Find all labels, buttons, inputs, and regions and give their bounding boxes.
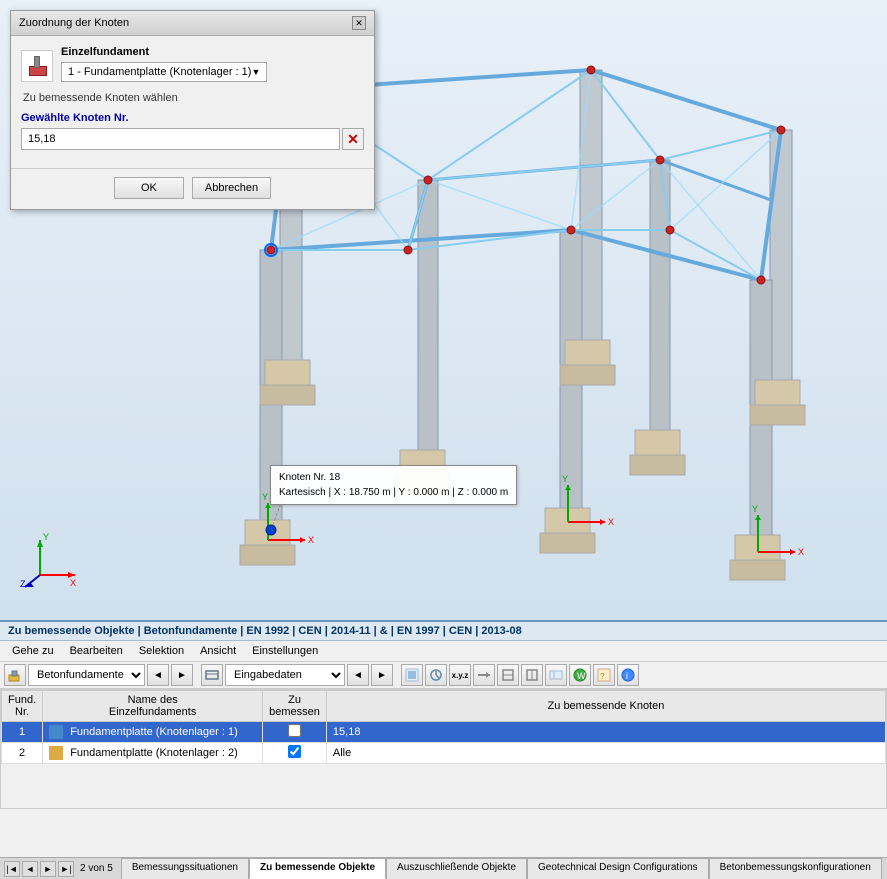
nav-prev-btn[interactable]: ◄ (147, 664, 169, 686)
color-indicator-2 (49, 746, 63, 760)
tab-nav: |◄ ◄ ► ►| 2 von 5 (0, 858, 121, 879)
toolbar-action5[interactable] (497, 664, 519, 686)
cell-check-2[interactable] (263, 743, 327, 764)
clear-icon: ✕ (347, 131, 359, 148)
checkbox-1[interactable] (288, 724, 301, 737)
right-toolbar-select[interactable]: Eingabedaten (225, 664, 345, 686)
col-knoten-header: Zu bemessende Knoten (326, 691, 885, 722)
svg-text:W: W (577, 671, 586, 681)
dropdown-value: 1 - Fundamentplatte (Knotenlager : 1) (68, 66, 251, 78)
nav-next-btn2[interactable]: ► (371, 664, 393, 686)
fund-table: Fund.Nr. Name desEinzelfundaments Zubeme… (1, 690, 886, 764)
svg-text:Y: Y (43, 532, 49, 542)
foundation-dropdown[interactable]: 1 - Fundamentplatte (Knotenlager : 1) ▼ (61, 62, 267, 82)
toolbar-action6[interactable] (521, 664, 543, 686)
toolbar-action10[interactable]: i (617, 664, 639, 686)
tooltip-line1: Knoten Nr. 18 (279, 470, 508, 485)
tab-zu-bemessende-objekte[interactable]: Zu bemessende Objekte (249, 858, 386, 879)
color-indicator-1 (49, 725, 63, 739)
status-bar: Zu bemessende Objekte | Betonfundamente … (0, 622, 887, 641)
cell-name-2: Fundamentplatte (Knotenlager : 2) (43, 743, 263, 764)
dialog-footer: OK Abbrechen (11, 168, 374, 209)
cancel-button[interactable]: Abbrechen (192, 177, 271, 199)
toolbar-action3[interactable]: x.y.z (449, 664, 471, 686)
svg-text:Z: Z (20, 579, 26, 589)
menu-bar: Gehe zu Bearbeiten Selektion Ansicht Ein… (0, 641, 887, 662)
tooltip-line2: Kartesisch | X : 18.750 m | Y : 0.000 m … (279, 485, 508, 500)
col-fundnr-header: Fund.Nr. (2, 691, 43, 722)
cell-knoten-2: Alle (326, 743, 885, 764)
menu-selektion[interactable]: Selektion (131, 643, 192, 659)
table-row[interactable]: 2 Fundamentplatte (Knotenlager : 2) Alle (2, 743, 886, 764)
dialog-close-button[interactable]: ✕ (352, 16, 366, 30)
toolbar-action8[interactable]: W (569, 664, 591, 686)
cell-knoten-1: 15,18 (326, 722, 885, 743)
dialog-zuordnung: Zuordnung der Knoten ✕ Einzelfundament 1… (10, 10, 375, 210)
tab-auszuschliessende[interactable]: Auszuschließende Objekte (386, 858, 527, 879)
foundation-icon (21, 50, 53, 82)
toolbar-icon-left[interactable] (4, 664, 26, 686)
cell-check-1[interactable] (263, 722, 327, 743)
help-text: Zu bemessende Knoten wählen (21, 92, 364, 104)
menu-bearbeiten[interactable]: Bearbeiten (62, 643, 131, 659)
knoten-input[interactable] (21, 128, 340, 150)
col-name-header: Name desEinzelfundaments (43, 691, 263, 722)
menu-einstellungen[interactable]: Einstellungen (244, 643, 326, 659)
checkbox-2[interactable] (288, 745, 301, 758)
bottom-tabs: |◄ ◄ ► ►| 2 von 5 Bemessungssituationen … (0, 857, 887, 879)
toolbar-sep2 (395, 664, 399, 686)
toolbar-action9[interactable]: ? (593, 664, 615, 686)
clear-button[interactable]: ✕ (342, 128, 364, 150)
toolbar-separator (195, 664, 199, 686)
left-toolbar-select[interactable]: Betonfundamente (28, 664, 145, 686)
status-text: Zu bemessende Objekte | Betonfundamente … (8, 625, 522, 637)
table-row[interactable]: 1 Fundamentplatte (Knotenlager : 1) 15,1… (2, 722, 886, 743)
cell-num-1: 1 (2, 722, 43, 743)
nav-next-btn[interactable]: ► (171, 664, 193, 686)
svg-text:Y: Y (562, 474, 568, 484)
tab-page-info: 2 von 5 (76, 863, 117, 874)
bottom-section: Zu bemessende Objekte | Betonfundamente … (0, 620, 887, 879)
tab-prev-btn[interactable]: ◄ (22, 861, 38, 877)
svg-text:X: X (308, 535, 314, 545)
ok-button[interactable]: OK (114, 177, 184, 199)
node-tooltip: Knoten Nr. 18 Kartesisch | X : 18.750 m … (270, 465, 517, 505)
toolbar-action2[interactable] (425, 664, 447, 686)
svg-text:i: i (626, 671, 628, 681)
cell-name-1: Fundamentplatte (Knotenlager : 1) (43, 722, 263, 743)
section-label: Einzelfundament (61, 46, 267, 58)
svg-text:Y: Y (262, 492, 268, 502)
foundation-visual (27, 56, 47, 76)
toolbar-action1[interactable] (401, 664, 423, 686)
nav-prev-btn2[interactable]: ◄ (347, 664, 369, 686)
dropdown-arrow: ▼ (251, 67, 260, 77)
svg-text:?: ? (600, 672, 605, 681)
svg-text:X: X (798, 547, 804, 557)
menu-ansicht[interactable]: Ansicht (192, 643, 244, 659)
axes-indicator: Y X Z (20, 530, 80, 590)
dialog-title-text: Zuordnung der Knoten (19, 17, 129, 29)
toolbar-action4[interactable] (473, 664, 495, 686)
col-zbemessen-header: Zubemessen (263, 691, 327, 722)
svg-text:X: X (70, 578, 76, 588)
cell-num-2: 2 (2, 743, 43, 764)
tab-last-btn[interactable]: ►| (58, 861, 74, 877)
menu-gehe-zu[interactable]: Gehe zu (4, 643, 62, 659)
dialog-title: Zuordnung der Knoten ✕ (11, 11, 374, 36)
toolbar: Betonfundamente ◄ ► Eingabedaten ◄ ► (0, 662, 887, 689)
tab-geotechnical[interactable]: Geotechnical Design Configurations (527, 858, 709, 879)
tab-first-btn[interactable]: |◄ (4, 861, 20, 877)
toolbar-icon2[interactable] (201, 664, 223, 686)
svg-text:X: X (608, 517, 614, 527)
tab-next-btn[interactable]: ► (40, 861, 56, 877)
tab-bemessungssituationen[interactable]: Bemessungssituationen (121, 858, 249, 879)
svg-text:Y: Y (752, 504, 758, 514)
tab-betonbemessung[interactable]: Betonbemessungskonfigurationen (709, 858, 882, 879)
data-table-wrapper: Fund.Nr. Name desEinzelfundaments Zubeme… (0, 689, 887, 809)
toolbar-action7[interactable] (545, 664, 567, 686)
input-label: Gewählte Knoten Nr. (21, 112, 364, 124)
